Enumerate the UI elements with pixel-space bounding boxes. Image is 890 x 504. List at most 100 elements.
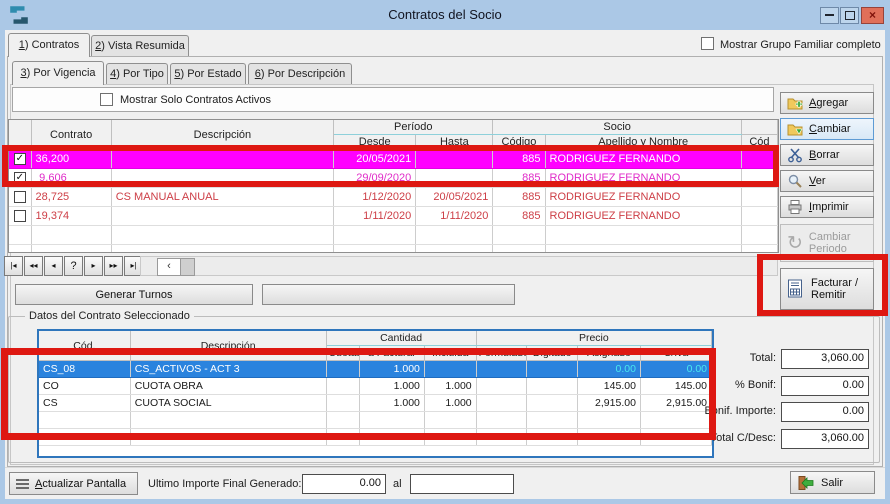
actualizar-pantalla-button[interactable]: Actualizar Pantalla (9, 472, 138, 495)
nav-first-button[interactable]: |◂ (4, 256, 23, 276)
tab-label: ) Contratos (25, 39, 79, 51)
salir-button[interactable]: Salir (790, 471, 875, 494)
horizontal-scrollbar[interactable]: ‹ (140, 256, 778, 276)
button-label: ctualizar Pantalla (42, 478, 126, 490)
row-checkbox[interactable] (14, 210, 26, 222)
nav-prev-button[interactable]: ◂ (44, 256, 63, 276)
facturar-remitir-button[interactable]: Facturar /Remitir (780, 268, 874, 310)
maximize-icon (845, 11, 855, 20)
bonif-importe-field[interactable]: 0.00 (781, 402, 869, 422)
table-row[interactable]: ✓ 9,606 29/09/2020 885 RODRIGUEZ FERNAND… (9, 169, 778, 188)
maximize-button[interactable] (840, 7, 859, 24)
minimize-button[interactable] (820, 7, 839, 24)
bonif-percent-label: % Bonif: (686, 379, 776, 391)
imprimir-button[interactable]: Imprimir (780, 196, 874, 218)
scrollbar-thumb[interactable] (180, 258, 195, 276)
bonif-percent-field[interactable]: 0.00 (781, 376, 869, 396)
close-button[interactable]: × (861, 7, 884, 24)
generar-turnos-button[interactable]: Generar Turnos (15, 284, 253, 305)
tab-label: ) Por Estado (180, 68, 241, 80)
scissors-icon (787, 147, 803, 163)
button-label: gregar (816, 97, 848, 109)
button-label: ambiar (817, 123, 851, 135)
button-label: mprimir (812, 201, 849, 213)
exit-door-icon (797, 475, 815, 491)
detail-table: Cód. Descripción Cantidad Precio Cuotas … (37, 329, 714, 458)
scroll-left-button[interactable]: ‹ (157, 258, 181, 276)
magnifier-icon (787, 173, 803, 189)
cambiar-button[interactable]: Cambiar (780, 118, 874, 140)
table-row[interactable]: 19,374 1/11/2020 1/11/2020 885 RODRIGUEZ… (9, 207, 778, 226)
al-field[interactable] (410, 474, 514, 494)
total-cdesc-field[interactable]: 3,060.00 (781, 429, 869, 449)
col-desde: Desde (334, 135, 416, 150)
row-checkbox[interactable] (14, 191, 26, 203)
col-codigo: Código (493, 135, 545, 150)
tab-por-tipo[interactable]: 4) Por Tipo (106, 63, 168, 85)
tab-label: ) Por Descripción (261, 68, 345, 80)
table-row[interactable]: 28,725 CS MANUAL ANUAL 1/12/2020 20/05/2… (9, 188, 778, 207)
tab-vista-resumida[interactable]: 2) Vista Resumida (91, 35, 189, 57)
window-title: Contratos del Socio (0, 0, 890, 30)
table-row[interactable]: ✓ 36,200 20/05/2021 885 RODRIGUEZ FERNAN… (9, 150, 778, 169)
table-row[interactable] (39, 429, 712, 446)
al-label: al (393, 478, 402, 490)
tab-por-estado[interactable]: 5) Por Estado (170, 63, 246, 85)
col-cod: Cód (741, 135, 777, 150)
col-digitado: Digitado (527, 346, 578, 361)
col-group-cantidad: Cantidad (326, 331, 476, 346)
grupo-familiar-checkbox[interactable] (701, 37, 714, 50)
contracts-table: Contrato Descripción Período Socio Desde… (8, 119, 779, 253)
nav-fast-forward-button[interactable]: ▸▸ (104, 256, 123, 276)
titlebar: Contratos del Socio × (0, 0, 890, 30)
bonif-importe-label: Bonif. Importe: (686, 405, 776, 417)
table-row[interactable]: CS CUOTA SOCIAL 1.000 1.000 2,915.00 2,9… (39, 395, 712, 412)
header-row: Contrato Descripción Período Socio (9, 120, 778, 135)
cambiar-periodo-button[interactable]: ↻ CambiarPeriodo (780, 224, 874, 262)
total-label: Total: (686, 352, 776, 364)
total-field[interactable]: 3,060.00 (781, 349, 869, 369)
col-cod: Cód. (39, 331, 130, 361)
table-row[interactable]: CS_08 CS_ACTIVOS - ACT 3 1.000 0.00 0.00 (39, 361, 712, 378)
button-label: Generar Turnos (95, 289, 172, 301)
row-checkbox[interactable]: ✓ (14, 153, 26, 165)
button-label: Remitir (811, 289, 846, 301)
col-descripcion: Descripción (130, 331, 326, 361)
button-label: Cambiar (809, 231, 851, 243)
table-row[interactable] (9, 245, 778, 254)
close-icon: × (869, 8, 876, 22)
borrar-button[interactable]: Borrar (780, 144, 874, 166)
col-formulado: Formulado (476, 346, 527, 361)
tab-label: ) Vista Resumida (101, 40, 185, 52)
tab-contratos[interactable]: 1) Contratos (8, 33, 90, 57)
ultimo-importe-field[interactable]: 0.00 (302, 474, 386, 494)
nav-fast-back-button[interactable]: ◂◂ (24, 256, 43, 276)
tab-por-descripcion[interactable]: 6) Por Descripción (248, 63, 352, 85)
nav-search-button[interactable]: ? (64, 256, 83, 276)
nav-next-button[interactable]: ▸ (84, 256, 103, 276)
header-row: Cód. Descripción Cantidad Precio (39, 331, 712, 346)
table-row[interactable] (9, 226, 778, 245)
row-checkbox[interactable]: ✓ (14, 172, 26, 184)
invoice-icon (787, 279, 805, 299)
blank-button[interactable] (262, 284, 515, 305)
col-descripcion: Descripción (111, 120, 333, 150)
ultimo-importe-label: Ultimo Importe Final Generado: (148, 478, 301, 490)
solo-activos-checkbox[interactable] (100, 93, 113, 106)
folder-plus-icon (787, 95, 803, 111)
tab-label: ) Por Vigencia (27, 67, 96, 79)
button-label: er (816, 175, 826, 187)
button-label: V (809, 175, 816, 187)
table-row[interactable]: CO CUOTA OBRA 1.000 1.000 145.00 145.00 (39, 378, 712, 395)
table-row[interactable] (39, 412, 712, 429)
button-label: orrar (816, 149, 839, 161)
col-hasta: Hasta (416, 135, 493, 150)
ver-button[interactable]: Ver (780, 170, 874, 192)
tab-por-vigencia[interactable]: 3) Por Vigencia (12, 61, 104, 85)
app-window: Contratos del Socio × 1) Contratos 2) Vi… (0, 0, 890, 504)
footer-divider (5, 467, 885, 468)
agregar-button[interactable]: Agregar (780, 92, 874, 114)
folder-arrow-icon (787, 121, 803, 137)
solo-activos-label: Mostrar Solo Contratos Activos (120, 94, 271, 106)
col-group-precio: Precio (476, 331, 711, 346)
